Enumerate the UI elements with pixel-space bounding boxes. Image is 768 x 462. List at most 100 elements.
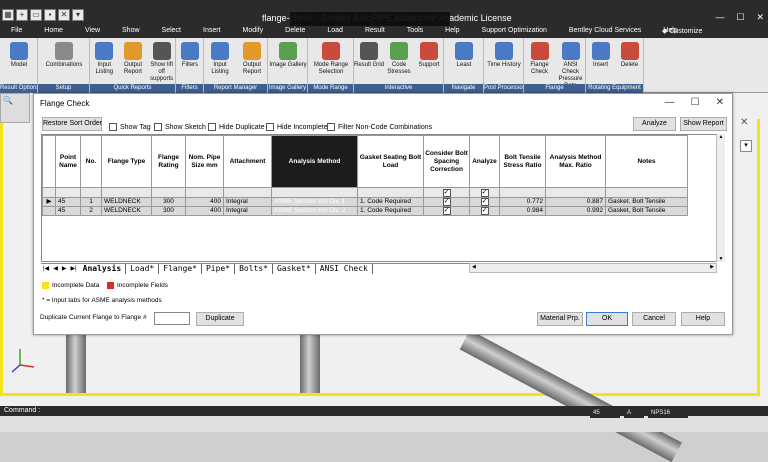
checkbox-icon[interactable]: ✓ (442, 207, 451, 215)
empty-cell[interactable] (55, 187, 81, 198)
sheet-tab-ansi-check[interactable]: ANSI Check (316, 263, 373, 274)
restore-sort-order-button[interactable]: Restore Sort Order (42, 117, 102, 131)
cell-attachment[interactable]: Integral (223, 206, 272, 216)
cell-gasket[interactable]: 1. Code Required (357, 206, 424, 216)
cell-type[interactable]: WELDNECK (101, 206, 152, 216)
checkbox-icon[interactable]: ✓ (480, 198, 489, 206)
tab-insert[interactable]: Insert (192, 26, 232, 38)
new-row[interactable]: ✓ ✓ (42, 187, 688, 198)
least-button[interactable]: Least (444, 42, 484, 69)
checkbox-filter-non-code-combinations[interactable]: Filter Non-Code Combinations (327, 123, 432, 131)
scroll-left-icon[interactable]: ◀ (472, 264, 476, 270)
column-header-flange-type[interactable]: Flange Type (101, 135, 152, 188)
scroll-up-icon[interactable]: ▲ (717, 134, 725, 140)
empty-cell[interactable] (80, 187, 102, 198)
cell-bolt-ratio[interactable]: 0.772 (499, 197, 546, 207)
empty-cell[interactable] (605, 187, 688, 198)
column-header-marker[interactable] (42, 135, 56, 188)
sheet-next-icon[interactable]: ▶ (60, 265, 69, 272)
column-header-gasket-seating-bolt-load[interactable]: Gasket Seating Bolt Load (357, 135, 424, 188)
image-gallery-button[interactable]: Image Gallery (268, 42, 308, 69)
empty-cell[interactable] (271, 187, 358, 198)
support-button[interactable]: Support (414, 42, 444, 69)
cell-point[interactable]: 45 (55, 206, 81, 216)
scroll-right-icon[interactable]: ▶ (710, 264, 714, 270)
minimize-icon[interactable]: — (715, 12, 724, 23)
cell-method[interactable]: ASME Section VIII Div. 1 (271, 197, 358, 207)
column-header-attachment[interactable]: Attachment (223, 135, 272, 188)
new-icon[interactable]: + (16, 9, 28, 21)
cell-method[interactable]: ASME Section VIII Div. 2 (271, 206, 358, 216)
cell-max-ratio[interactable]: 0.992 (545, 206, 606, 216)
filters-button[interactable]: Filters (176, 42, 204, 69)
tab-select[interactable]: Select (151, 26, 192, 38)
close-icon[interactable]: ✕ (58, 9, 70, 21)
show-report-button[interactable]: Show Report (680, 117, 727, 131)
tab-result[interactable]: Result (354, 26, 396, 38)
dialog-close-icon[interactable]: ✕ (716, 97, 724, 108)
tab-delete[interactable]: Delete (274, 26, 316, 38)
checkbox-hide-incomplete[interactable]: Hide Incomplete (266, 123, 328, 131)
zoom-icon[interactable]: 🔍 (1, 94, 29, 107)
cell-size[interactable]: 400 (185, 197, 224, 207)
checkbox-box[interactable] (154, 123, 162, 131)
checkbox-icon[interactable]: ✓ (442, 188, 451, 197)
column-header-analysis-method-max-ratio[interactable]: Analysis Method Max. Ratio (545, 135, 606, 188)
sheet-tab-bolts[interactable]: Bolts* (235, 263, 273, 274)
cancel-button[interactable]: Cancel (632, 312, 676, 326)
cell-bolt-ratio[interactable]: 0.984 (499, 206, 546, 216)
customize-button[interactable]: ◆ Customize (662, 27, 702, 35)
sheet-tab-flange[interactable]: Flange* (159, 263, 202, 274)
column-header-notes[interactable]: Notes (605, 135, 688, 188)
column-header-no[interactable]: No. (80, 135, 102, 188)
dialog-minimize-icon[interactable]: — (665, 97, 675, 108)
help-button[interactable]: Help (681, 312, 725, 326)
cell-analyze[interactable]: ✓ (469, 197, 500, 207)
empty-cell[interactable] (223, 187, 272, 198)
empty-cell[interactable] (545, 187, 606, 198)
scroll-down-icon[interactable]: ▼ (717, 256, 725, 262)
side-panel-close-icon[interactable]: ✕ (740, 117, 754, 131)
mode-range-selection-button[interactable]: Mode Range Selection (308, 42, 354, 76)
empty-cell[interactable] (101, 187, 152, 198)
tab-help[interactable]: Help (434, 26, 470, 38)
app-icon[interactable]: ▦ (2, 9, 14, 21)
cell-type[interactable]: WELDNECK (101, 197, 152, 207)
input-listing-button[interactable]: Input Listing (204, 42, 236, 76)
checkbox-box[interactable] (208, 123, 216, 131)
cell-spacing[interactable]: ✓ (423, 206, 470, 216)
column-header-analysis-method[interactable]: Analysis Method (271, 135, 358, 188)
save-icon[interactable]: ▪ (44, 9, 56, 21)
column-header-analyze[interactable]: Analyze (469, 135, 500, 188)
cell-notes[interactable]: Gasket, Bolt Tensile (605, 206, 688, 216)
cell-size[interactable]: 400 (185, 206, 224, 216)
duplicate-flange-input[interactable] (154, 312, 190, 325)
output-report-button[interactable]: Output Report (119, 42, 148, 76)
tab-modify[interactable]: Modify (232, 26, 275, 38)
tab-show[interactable]: Show (111, 26, 151, 38)
ok-button[interactable]: OK (586, 312, 628, 326)
cell-notes[interactable]: Gasket, Bolt Tensile (605, 197, 688, 207)
table-row[interactable]: ▶ 45 1 WELDNECK 300 400 Integral ASME Section V… (42, 197, 688, 207)
show-lift-off-supports-button[interactable]: Show lift off supports (147, 42, 176, 83)
cell-point[interactable]: 45 (55, 197, 81, 207)
insert-button[interactable]: Insert (586, 42, 615, 69)
column-header-nom-pipe-size-mm[interactable]: Nom. Pipe Size mm (185, 135, 224, 188)
window-close-icon[interactable]: ✕ (756, 12, 764, 23)
sheet-last-icon[interactable]: ▶| (68, 265, 78, 272)
model-button[interactable]: Model (0, 42, 38, 69)
sheet-tab-load[interactable]: Load* (126, 263, 160, 274)
tab-file[interactable]: File (0, 26, 33, 38)
time-history-button[interactable]: Time History (484, 42, 524, 69)
duplicate-button[interactable]: Duplicate (196, 312, 244, 326)
checkbox-show-sketch[interactable]: Show Sketch (154, 123, 206, 131)
empty-cell[interactable] (499, 187, 546, 198)
cell-no[interactable]: 2 (80, 206, 102, 216)
checkbox-box[interactable] (327, 123, 335, 131)
open-icon[interactable]: ▭ (30, 9, 42, 21)
column-header-point-name[interactable]: Point Name (55, 135, 81, 188)
input-listing-button[interactable]: Input Listing (90, 42, 119, 76)
column-header-bolt-tensile-stress-ratio[interactable]: Bolt Tensile Stress Ratio (499, 135, 546, 188)
column-header-consider-bolt-spacing-correction[interactable]: Consider Bolt Spacing Correction (423, 135, 470, 188)
options-icon[interactable]: ▾ (72, 9, 84, 21)
